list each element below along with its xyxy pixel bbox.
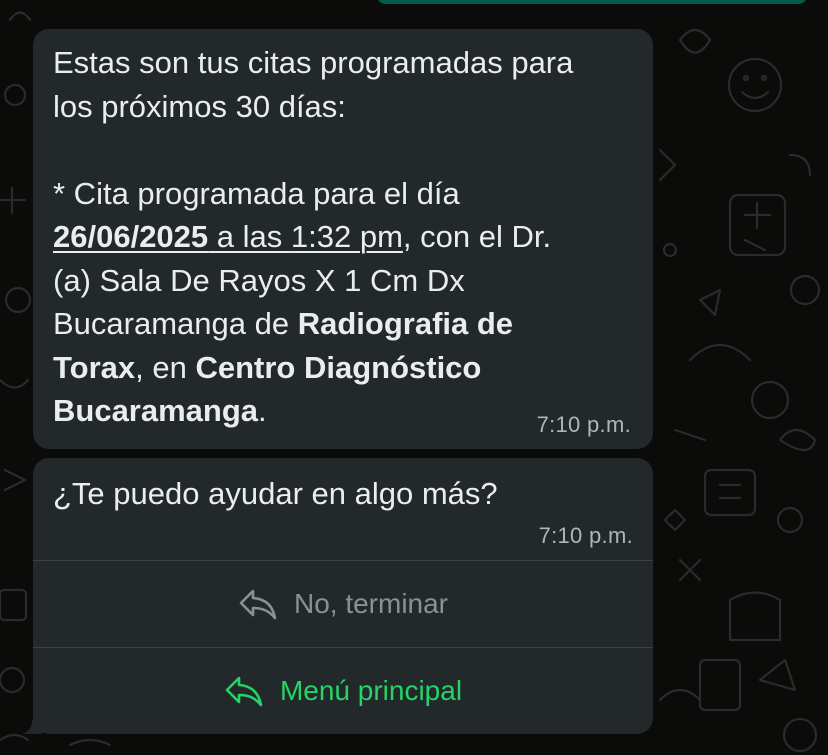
doctor-line-2: Bucaramanga de <box>53 306 298 341</box>
appointment-prefix: * Cita programada para el día <box>53 175 460 211</box>
message-bubble-question: ¿Te puedo ayudar en algo más? 7:10 p.m. … <box>33 458 653 734</box>
no-terminar-button[interactable]: No, terminar <box>33 561 653 647</box>
exam-name-part-2: Torax <box>53 349 136 385</box>
intro-line-1: Estas son tus citas programadas para <box>53 45 574 80</box>
question-text: ¿Te puedo ayudar en algo más? <box>53 476 498 511</box>
location-en: , en <box>135 349 196 385</box>
chat-background: Estas son tus citas programadas para los… <box>0 0 828 755</box>
exam-name-part-1: Radiografia de <box>297 306 514 341</box>
appointment-at[interactable]: a las <box>208 219 291 254</box>
message-timestamp: 7:10 p.m. <box>536 412 631 437</box>
intro-line-2: los próximos 30 días: <box>53 88 346 124</box>
previous-outgoing-bubble-edge <box>376 0 808 4</box>
doctor-line-1: (a) Sala De Rayos X 1 Cm Dx <box>53 262 465 298</box>
reply-arrow-icon <box>239 589 277 620</box>
appointment-time-link[interactable]: 1:32 pm <box>291 219 403 254</box>
sentence-end: . <box>258 393 267 428</box>
center-name-part-1: Centro Diagnóstico <box>195 349 482 385</box>
menu-principal-button[interactable]: Menú principal <box>33 648 653 734</box>
reply-arrow-icon <box>225 676 263 707</box>
appointment-date-link[interactable]: 26/06/2025 <box>53 219 208 254</box>
message-timestamp: 7:10 p.m. <box>538 523 633 548</box>
bubble-tail <box>22 716 42 734</box>
button-label: No, terminar <box>293 588 449 619</box>
message-bubble-appointments: Estas son tus citas programadas para los… <box>33 29 653 449</box>
message-text: Estas son tus citas programadas para los… <box>53 41 643 433</box>
doctor-intro: , con el Dr. <box>402 219 552 254</box>
button-label: Menú principal <box>279 675 463 706</box>
center-name-part-2: Bucaramanga <box>53 393 259 428</box>
